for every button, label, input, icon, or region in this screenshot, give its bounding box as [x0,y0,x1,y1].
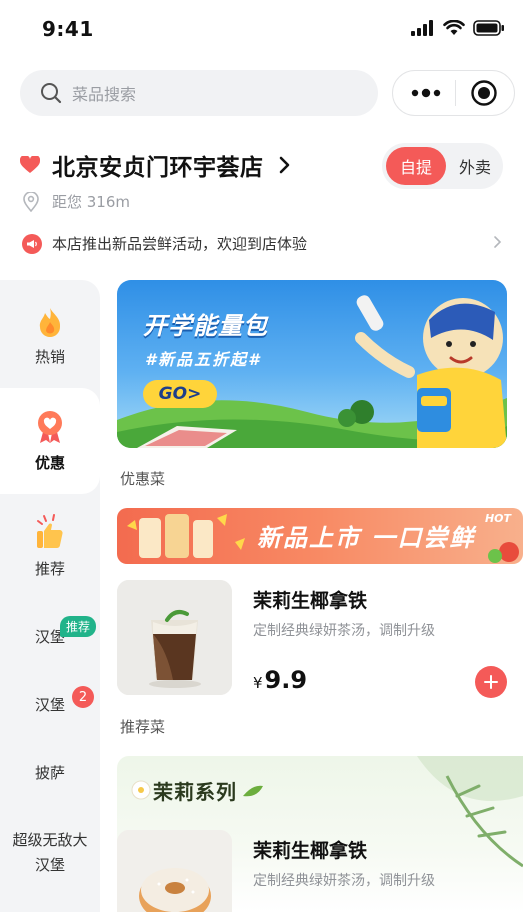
sidebar-item-label: 优惠 [34,454,65,472]
heart-icon [20,156,40,173]
wifi-icon [443,20,465,35]
product-name: 茉莉生椰拿铁 [253,590,368,612]
series-title: 茉莉系列 [153,780,237,804]
thumbs-up-icon [37,514,63,548]
plus-icon [484,675,498,689]
chevron-right-icon [279,156,289,174]
hot-label: HOT [484,512,511,525]
sidebar-item-label: 披萨 [34,764,65,782]
latte-cup-image [117,580,232,695]
category-sidebar: 热销 优惠 推荐 推荐 汉堡 2 汉堡 披萨 超级无敌大汉堡 [0,280,100,912]
sidebar-item-super-burger[interactable]: 超级无敌大汉堡 [0,828,100,878]
new-product-promo[interactable]: 新品上市 一口尝鲜 HOT [117,508,523,564]
pickup-tab[interactable]: 自提 [386,147,446,185]
price-value: 9.9 [264,666,308,694]
fire-icon [39,308,61,337]
sidebar-item-label: 超级无敌大汉堡 [12,831,88,874]
search-placeholder: 菜品搜索 [72,85,137,104]
sidebar-item-recommend[interactable]: 推荐 [0,514,100,579]
sidebar-item-pizza[interactable]: 披萨 [0,762,100,783]
location-pin-icon [23,191,39,212]
status-bar: 9:41 [0,0,523,56]
close-miniapp-icon[interactable] [470,79,498,107]
product-price: ¥9.9 [253,666,307,694]
capsule-divider [455,80,456,106]
product-image [117,580,232,695]
sidebar-item-label: 热销 [34,348,65,366]
currency-symbol: ¥ [253,674,263,692]
product-description: 定制经典绿妍茶汤，调制升级 [253,623,435,639]
sidebar-item-discount[interactable]: 优惠 [0,388,100,494]
distance-text: 距您 316m [52,193,131,211]
sidebar-item-burger-1[interactable]: 推荐 汉堡 [0,616,100,647]
status-icons [411,20,505,36]
promo-banner[interactable]: 开学能量包 #新品五折起# GO> [117,280,507,448]
sidebar-item-label: 推荐 [34,560,65,578]
product-name: 茉莉生椰拿铁 [253,840,368,862]
discount-heart-icon [38,411,62,443]
section-title-recommend: 推荐菜 [120,718,166,736]
banner-title: 开学能量包 [143,312,268,340]
recommend-tag: 推荐 [60,616,97,637]
donut-image [117,830,232,912]
product-image [117,830,232,912]
sidebar-item-hot[interactable]: 热销 [0,306,100,367]
section-title-discount: 优惠菜 [120,470,166,488]
store-selector[interactable]: 北京安贞门环宇荟店 [20,148,292,182]
status-time: 9:41 [42,17,94,41]
battery-icon [473,20,504,36]
more-icon[interactable] [411,88,441,98]
sidebar-item-burger-2[interactable]: 2 汉堡 [0,686,100,715]
count-badge: 2 [72,686,94,708]
megaphone-icon [22,233,42,254]
search-icon [41,83,62,104]
signal-icon [411,20,433,36]
store-name: 北京安贞门环宇荟店 [52,155,264,181]
promo-text: 新品上市 一口尝鲜 [257,524,476,552]
product-card[interactable]: 茉莉生椰拿铁 定制经典绿妍茶汤，调制升级 ¥9.9 [117,580,523,698]
store-notice[interactable]: 本店推出新品尝鲜活动，欢迎到店体验 [22,233,502,254]
product-description: 定制经典绿妍茶汤，调制升级 [253,873,435,889]
add-to-cart-button[interactable] [475,666,507,698]
order-mode-toggle: 自提 外卖 [382,143,503,189]
notice-text: 本店推出新品尝鲜活动，欢迎到店体验 [52,235,308,253]
store-distance: 距您 316m [22,191,130,212]
miniapp-capsule [392,70,515,116]
banner-go-button[interactable]: GO> [143,380,217,408]
product-card[interactable]: 茉莉生椰拿铁 定制经典绿妍茶汤，调制升级 [117,830,523,912]
banner-subtitle: #新品五折起# [145,350,262,369]
delivery-tab[interactable]: 外卖 [450,147,500,185]
chevron-right-small-icon [494,236,502,248]
search-input[interactable]: 菜品搜索 [20,70,378,116]
